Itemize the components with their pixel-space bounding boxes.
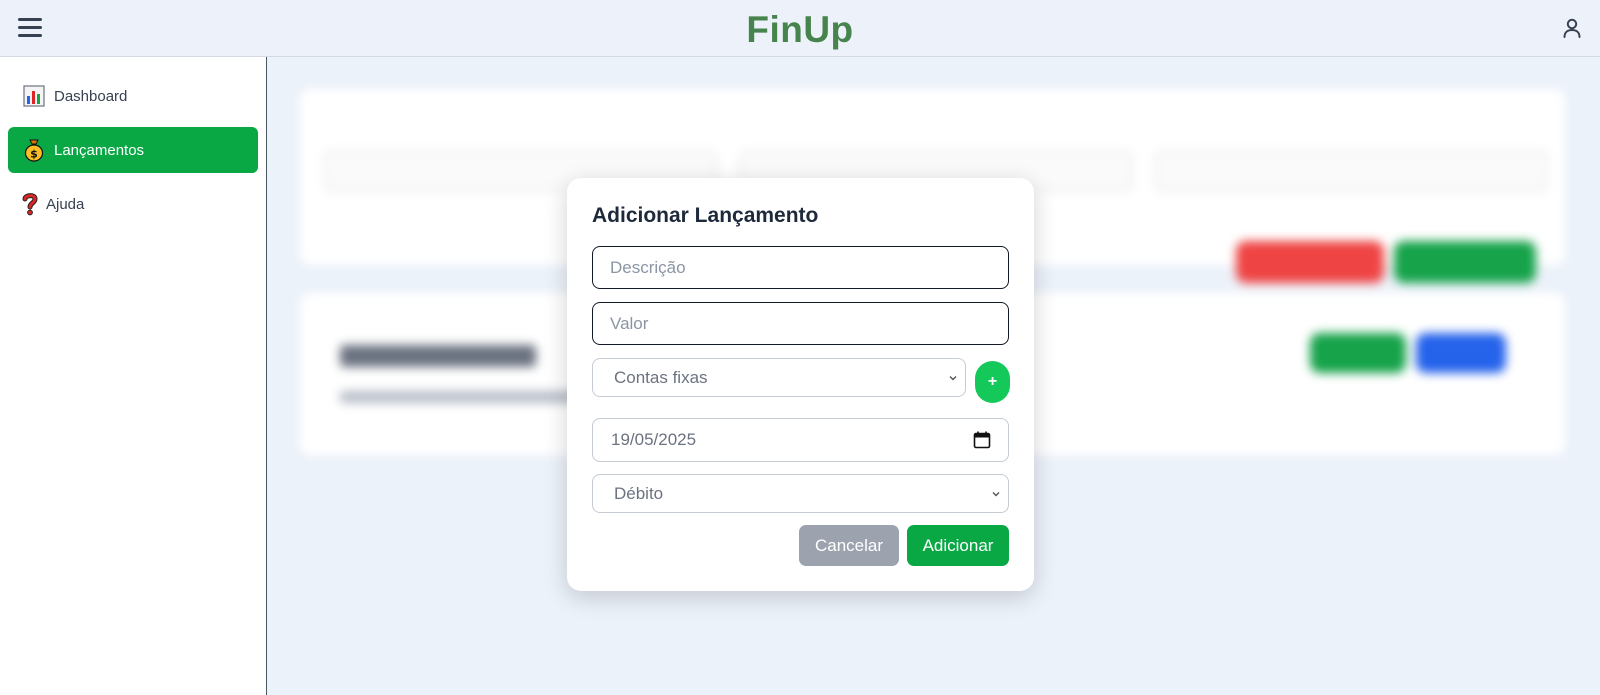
chevron-down-icon: [992, 492, 1000, 497]
sidebar-item-label: Dashboard: [54, 87, 128, 105]
chevron-down-icon: [949, 376, 957, 381]
type-selected-value: Débito: [614, 483, 664, 503]
calendar-icon[interactable]: [973, 431, 991, 449]
date-value: 19/05/2025: [611, 430, 697, 449]
apply-filters-button: [1394, 241, 1536, 283]
top-header: FinUp: [0, 0, 1600, 57]
sidebar-item-label: Ajuda: [46, 195, 85, 213]
category-selected-value: Contas fixas: [614, 367, 708, 387]
entries-subtitle-placeholder: [340, 391, 580, 403]
value-input[interactable]: [592, 302, 1009, 345]
sidebar-item-lancamentos[interactable]: $ Lançamentos: [8, 127, 258, 173]
sidebar-item-label: Lançamentos: [54, 141, 145, 159]
category-select[interactable]: Contas fixas: [592, 358, 966, 397]
sidebar: Dashboard $ Lançamentos Ajuda: [0, 57, 267, 695]
date-input[interactable]: 19/05/2025: [592, 418, 1009, 462]
blue-action-button: [1416, 333, 1506, 373]
hamburger-icon[interactable]: [18, 18, 42, 38]
type-select[interactable]: Débito: [592, 474, 1009, 513]
modal-title: Adicionar Lançamento: [592, 204, 819, 227]
app-logo: FinUp: [746, 9, 854, 50]
user-icon[interactable]: [1560, 16, 1584, 40]
green-action-button: [1310, 333, 1406, 373]
entries-title-placeholder: [340, 345, 536, 367]
sidebar-item-ajuda[interactable]: Ajuda: [8, 181, 258, 227]
submit-button[interactable]: Adicionar: [907, 525, 1009, 566]
svg-text:$: $: [30, 148, 38, 161]
question-mark-icon: [22, 192, 38, 216]
description-input[interactable]: [592, 246, 1009, 289]
add-entry-modal: Adicionar Lançamento Contas fixas + 19/0…: [567, 178, 1034, 591]
sidebar-item-dashboard[interactable]: Dashboard: [8, 73, 258, 119]
cancel-button[interactable]: Cancelar: [799, 525, 899, 566]
bar-chart-icon: [22, 84, 46, 108]
add-category-button[interactable]: +: [975, 361, 1010, 403]
clear-filters-button: [1236, 241, 1384, 283]
money-bag-icon: $: [22, 138, 46, 162]
filter-input: [1155, 151, 1547, 191]
